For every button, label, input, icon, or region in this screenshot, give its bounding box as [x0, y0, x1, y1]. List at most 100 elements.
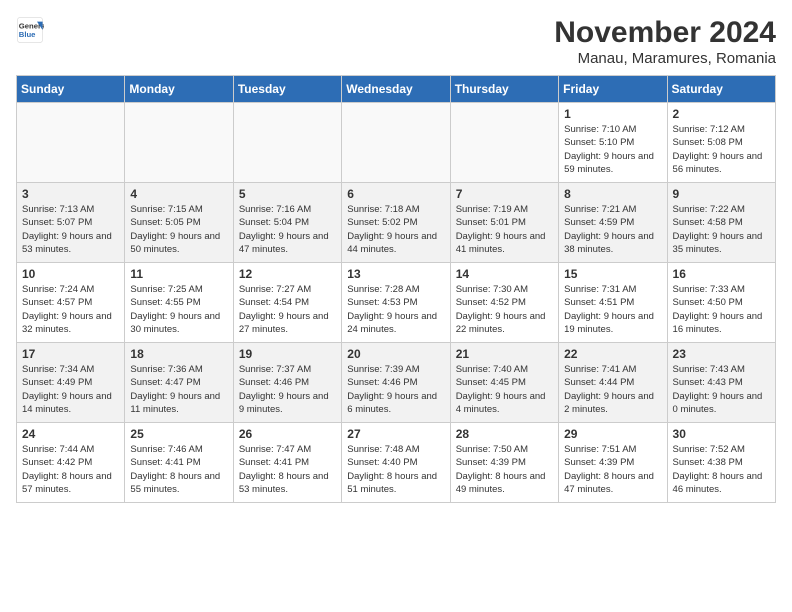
day-info: Sunrise: 7:39 AM Sunset: 4:46 PM Dayligh… — [347, 363, 444, 416]
calendar-body: 1 Sunrise: 7:10 AM Sunset: 5:10 PM Daylig… — [17, 103, 776, 503]
day-info: Sunrise: 7:22 AM Sunset: 4:58 PM Dayligh… — [673, 203, 770, 256]
day-number: 27 — [347, 427, 444, 441]
calendar-cell: 9 Sunrise: 7:22 AM Sunset: 4:58 PM Daylig… — [667, 183, 775, 263]
day-info: Sunrise: 7:30 AM Sunset: 4:52 PM Dayligh… — [456, 283, 553, 336]
day-header-tuesday: Tuesday — [233, 76, 341, 103]
day-info: Sunrise: 7:13 AM Sunset: 5:07 PM Dayligh… — [22, 203, 119, 256]
calendar-cell: 8 Sunrise: 7:21 AM Sunset: 4:59 PM Daylig… — [559, 183, 667, 263]
day-number: 11 — [130, 267, 227, 281]
day-number: 9 — [673, 187, 770, 201]
day-number: 17 — [22, 347, 119, 361]
calendar-cell: 11Sunrise: 7:25 AM Sunset: 4:55 PM Dayli… — [125, 263, 233, 343]
page-header: General Blue November 2024 Manau, Maramu… — [16, 16, 776, 67]
day-info: Sunrise: 7:36 AM Sunset: 4:47 PM Dayligh… — [130, 363, 227, 416]
calendar-cell: 4 Sunrise: 7:15 AM Sunset: 5:05 PM Daylig… — [125, 183, 233, 263]
day-info: Sunrise: 7:47 AM Sunset: 4:41 PM Dayligh… — [239, 443, 336, 496]
day-number: 19 — [239, 347, 336, 361]
day-header-saturday: Saturday — [667, 76, 775, 103]
day-info: Sunrise: 7:16 AM Sunset: 5:04 PM Dayligh… — [239, 203, 336, 256]
day-info: Sunrise: 7:37 AM Sunset: 4:46 PM Dayligh… — [239, 363, 336, 416]
day-header-friday: Friday — [559, 76, 667, 103]
day-number: 6 — [347, 187, 444, 201]
day-number: 5 — [239, 187, 336, 201]
day-number: 24 — [22, 427, 119, 441]
calendar-cell: 14Sunrise: 7:30 AM Sunset: 4:52 PM Dayli… — [450, 263, 558, 343]
location-title: Manau, Maramures, Romania — [554, 50, 776, 67]
day-info: Sunrise: 7:18 AM Sunset: 5:02 PM Dayligh… — [347, 203, 444, 256]
calendar-cell: 23 Sunrise: 7:43 AM Sunset: 4:43 PM Dayli… — [667, 343, 775, 423]
calendar-cell: 16 Sunrise: 7:33 AM Sunset: 4:50 PM Dayli… — [667, 263, 775, 343]
day-info: Sunrise: 7:52 AM Sunset: 4:38 PM Dayligh… — [673, 443, 770, 496]
day-info: Sunrise: 7:24 AM Sunset: 4:57 PM Dayligh… — [22, 283, 119, 336]
day-number: 8 — [564, 187, 661, 201]
calendar-cell: 12 Sunrise: 7:27 AM Sunset: 4:54 PM Dayli… — [233, 263, 341, 343]
day-info: Sunrise: 7:19 AM Sunset: 5:01 PM Dayligh… — [456, 203, 553, 256]
day-number: 28 — [456, 427, 553, 441]
day-number: 18 — [130, 347, 227, 361]
calendar-cell: 6 Sunrise: 7:18 AM Sunset: 5:02 PM Daylig… — [342, 183, 450, 263]
day-number: 10 — [22, 267, 119, 281]
calendar-week-1: 3 Sunrise: 7:13 AM Sunset: 5:07 PM Daylig… — [17, 183, 776, 263]
calendar-week-4: 24 Sunrise: 7:44 AM Sunset: 4:42 PM Dayli… — [17, 423, 776, 503]
day-number: 21 — [456, 347, 553, 361]
calendar-cell: 10 Sunrise: 7:24 AM Sunset: 4:57 PM Dayli… — [17, 263, 125, 343]
month-title: November 2024 — [554, 16, 776, 50]
calendar-cell: 24 Sunrise: 7:44 AM Sunset: 4:42 PM Dayli… — [17, 423, 125, 503]
day-number: 7 — [456, 187, 553, 201]
calendar-week-3: 17Sunrise: 7:34 AM Sunset: 4:49 PM Dayli… — [17, 343, 776, 423]
calendar-cell: 27 Sunrise: 7:48 AM Sunset: 4:40 PM Dayli… — [342, 423, 450, 503]
logo-icon: General Blue — [16, 16, 44, 44]
calendar-week-2: 10 Sunrise: 7:24 AM Sunset: 4:57 PM Dayli… — [17, 263, 776, 343]
calendar-cell: 2 Sunrise: 7:12 AM Sunset: 5:08 PM Daylig… — [667, 103, 775, 183]
day-info: Sunrise: 7:48 AM Sunset: 4:40 PM Dayligh… — [347, 443, 444, 496]
day-info: Sunrise: 7:44 AM Sunset: 4:42 PM Dayligh… — [22, 443, 119, 496]
day-info: Sunrise: 7:43 AM Sunset: 4:43 PM Dayligh… — [673, 363, 770, 416]
day-number: 1 — [564, 107, 661, 121]
day-number: 22 — [564, 347, 661, 361]
calendar-cell: 25Sunrise: 7:46 AM Sunset: 4:41 PM Dayli… — [125, 423, 233, 503]
day-header-sunday: Sunday — [17, 76, 125, 103]
day-info: Sunrise: 7:10 AM Sunset: 5:10 PM Dayligh… — [564, 123, 661, 176]
calendar-table: SundayMondayTuesdayWednesdayThursdayFrid… — [16, 75, 776, 503]
day-number: 2 — [673, 107, 770, 121]
day-number: 15 — [564, 267, 661, 281]
day-number: 26 — [239, 427, 336, 441]
calendar-cell: 7 Sunrise: 7:19 AM Sunset: 5:01 PM Daylig… — [450, 183, 558, 263]
calendar-cell: 26 Sunrise: 7:47 AM Sunset: 4:41 PM Dayli… — [233, 423, 341, 503]
day-info: Sunrise: 7:46 AM Sunset: 4:41 PM Dayligh… — [130, 443, 227, 496]
title-area: November 2024 Manau, Maramures, Romania — [554, 16, 776, 67]
day-info: Sunrise: 7:51 AM Sunset: 4:39 PM Dayligh… — [564, 443, 661, 496]
day-number: 12 — [239, 267, 336, 281]
calendar-cell — [233, 103, 341, 183]
day-number: 3 — [22, 187, 119, 201]
calendar-cell: 13Sunrise: 7:28 AM Sunset: 4:53 PM Dayli… — [342, 263, 450, 343]
calendar-cell: 28Sunrise: 7:50 AM Sunset: 4:39 PM Dayli… — [450, 423, 558, 503]
day-info: Sunrise: 7:28 AM Sunset: 4:53 PM Dayligh… — [347, 283, 444, 336]
calendar-cell: 21 Sunrise: 7:40 AM Sunset: 4:45 PM Dayli… — [450, 343, 558, 423]
day-number: 29 — [564, 427, 661, 441]
day-info: Sunrise: 7:15 AM Sunset: 5:05 PM Dayligh… — [130, 203, 227, 256]
day-info: Sunrise: 7:33 AM Sunset: 4:50 PM Dayligh… — [673, 283, 770, 336]
day-info: Sunrise: 7:12 AM Sunset: 5:08 PM Dayligh… — [673, 123, 770, 176]
day-info: Sunrise: 7:21 AM Sunset: 4:59 PM Dayligh… — [564, 203, 661, 256]
calendar-cell: 18 Sunrise: 7:36 AM Sunset: 4:47 PM Dayli… — [125, 343, 233, 423]
calendar-cell: 30Sunrise: 7:52 AM Sunset: 4:38 PM Dayli… — [667, 423, 775, 503]
calendar-cell: 5 Sunrise: 7:16 AM Sunset: 5:04 PM Daylig… — [233, 183, 341, 263]
calendar-cell: 17Sunrise: 7:34 AM Sunset: 4:49 PM Dayli… — [17, 343, 125, 423]
svg-text:Blue: Blue — [19, 30, 36, 39]
calendar-cell: 19 Sunrise: 7:37 AM Sunset: 4:46 PM Dayli… — [233, 343, 341, 423]
day-number: 4 — [130, 187, 227, 201]
day-info: Sunrise: 7:27 AM Sunset: 4:54 PM Dayligh… — [239, 283, 336, 336]
day-info: Sunrise: 7:40 AM Sunset: 4:45 PM Dayligh… — [456, 363, 553, 416]
day-header-monday: Monday — [125, 76, 233, 103]
calendar-cell: 1 Sunrise: 7:10 AM Sunset: 5:10 PM Daylig… — [559, 103, 667, 183]
calendar-cell — [125, 103, 233, 183]
day-number: 16 — [673, 267, 770, 281]
calendar-cell: 20Sunrise: 7:39 AM Sunset: 4:46 PM Dayli… — [342, 343, 450, 423]
calendar-cell — [342, 103, 450, 183]
calendar-cell: 3 Sunrise: 7:13 AM Sunset: 5:07 PM Daylig… — [17, 183, 125, 263]
calendar-cell — [17, 103, 125, 183]
day-info: Sunrise: 7:31 AM Sunset: 4:51 PM Dayligh… — [564, 283, 661, 336]
day-header-wednesday: Wednesday — [342, 76, 450, 103]
day-number: 23 — [673, 347, 770, 361]
